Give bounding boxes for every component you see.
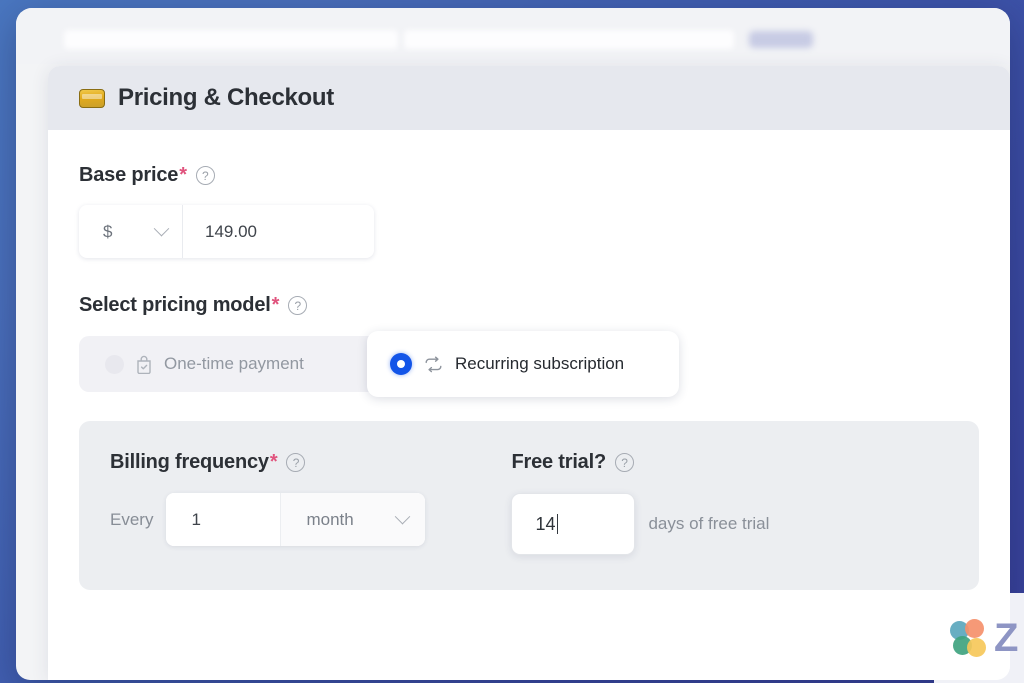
base-price-field-group: $ 149.00 — [79, 205, 374, 258]
pricing-model-label: Select pricing model * ? — [79, 294, 979, 317]
help-icon[interactable]: ? — [286, 453, 306, 472]
blurred-toolbar-field-left — [64, 30, 398, 49]
blurred-toolbar — [16, 8, 1010, 64]
page-title: Pricing & Checkout — [118, 84, 334, 111]
billing-frequency-label: Billing frequency * ? — [110, 451, 425, 474]
blurred-toolbar-button[interactable] — [749, 31, 813, 48]
billing-frequency-unit-value: month — [306, 509, 354, 529]
free-trial-label-text: Free trial? — [511, 451, 606, 473]
chevron-down-icon — [153, 220, 170, 237]
base-price-input[interactable]: 149.00 — [183, 205, 374, 258]
chevron-down-icon — [395, 508, 411, 525]
pricing-model-option-recurring[interactable]: Recurring subscription — [367, 331, 679, 397]
pricing-model-option-one-time-label: One-time payment — [164, 354, 304, 373]
billing-frequency-label-text: Billing frequency — [110, 451, 269, 473]
pricing-model-segmented-control: One-time payment Recurring subscription — [79, 331, 679, 397]
billing-frequency-field-group: 1 month — [166, 493, 426, 546]
credit-card-icon — [79, 88, 105, 108]
radio-selected-icon[interactable] — [390, 353, 412, 375]
blurred-toolbar-field-right — [404, 30, 734, 49]
watermark-letter: Z — [994, 616, 1019, 660]
repeat-arrows-icon — [423, 356, 444, 373]
billing-frequency-unit-select[interactable]: month — [281, 493, 426, 546]
help-icon[interactable]: ? — [195, 166, 215, 185]
currency-select-value: $ — [103, 221, 113, 241]
required-asterisk: * — [271, 294, 280, 316]
free-trial-days-value: 14 — [535, 513, 556, 534]
pricing-model-label-text: Select pricing model — [79, 294, 271, 316]
required-asterisk: * — [179, 164, 187, 186]
currency-select[interactable]: $ — [79, 205, 183, 258]
help-icon[interactable]: ? — [288, 296, 308, 315]
free-trial-controls: 14 days of free trial — [511, 493, 769, 555]
panel-body: Base price * ? $ 149.00 Select pricing m… — [48, 130, 1010, 590]
every-label: Every — [110, 509, 154, 529]
shopping-bag-check-icon — [135, 355, 153, 374]
logo-petal-orange — [965, 619, 984, 638]
billing-frequency-count-value: 1 — [191, 509, 201, 529]
required-asterisk: * — [269, 451, 278, 473]
base-price-label-text: Base price — [79, 164, 179, 186]
butterfly-logo — [950, 619, 988, 657]
watermark: Z — [934, 593, 1024, 683]
billing-frequency-group: Billing frequency * ? Every 1 month — [110, 451, 426, 555]
free-trial-suffix-label: days of free trial — [648, 514, 770, 533]
pricing-model-option-one-time[interactable]: One-time payment — [79, 336, 367, 392]
pricing-model-option-recurring-label: Recurring subscription — [455, 354, 625, 373]
pricing-checkout-panel: Pricing & Checkout Base price * ? $ 149.… — [48, 66, 1010, 680]
billing-frequency-count-input[interactable]: 1 — [166, 493, 282, 546]
billing-frequency-controls: Every 1 month — [110, 493, 426, 546]
free-trial-group: Free trial? ? 14 days of free trial — [511, 451, 769, 555]
help-icon[interactable]: ? — [614, 453, 634, 472]
text-caret — [556, 514, 558, 534]
free-trial-days-input[interactable]: 14 — [511, 493, 636, 555]
free-trial-label: Free trial? ? — [511, 451, 769, 474]
billing-settings-panel: Billing frequency * ? Every 1 month Free… — [79, 421, 979, 590]
base-price-value: 149.00 — [205, 221, 257, 241]
app-window: Pricing & Checkout Base price * ? $ 149.… — [16, 8, 1010, 680]
base-price-label: Base price * ? — [79, 164, 979, 187]
panel-header: Pricing & Checkout — [48, 66, 1010, 130]
radio-unselected-icon[interactable] — [105, 354, 124, 374]
logo-petal-yellow — [967, 638, 986, 657]
